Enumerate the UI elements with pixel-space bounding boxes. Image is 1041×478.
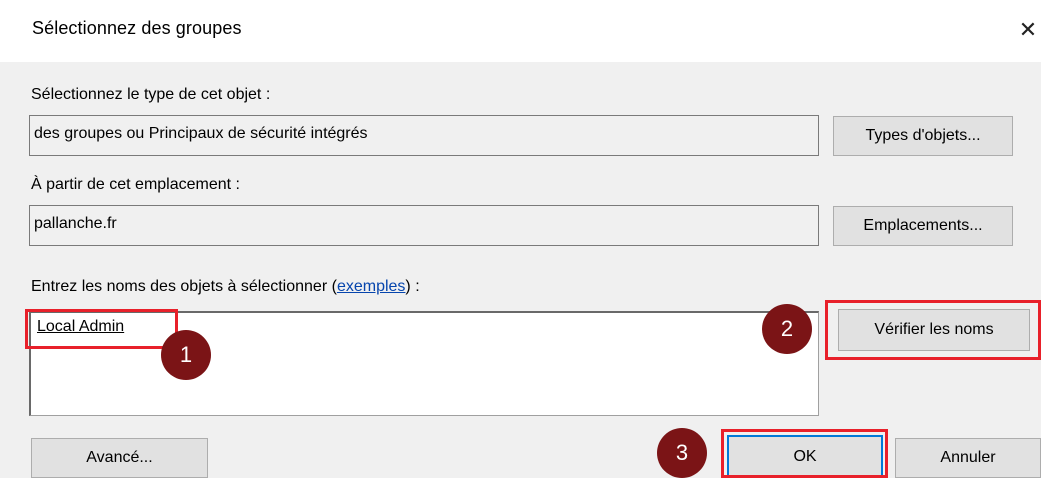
examples-link[interactable]: exemples [337,278,405,295]
entered-object-name[interactable]: Local Admin [37,318,124,336]
object-type-field: des groupes ou Principaux de sécurité in… [29,115,819,156]
object-names-label: Entrez les noms des objets à sélectionne… [31,278,420,296]
object-names-label-suffix: ) : [405,278,420,295]
object-type-label: Sélectionnez le type de cet objet : [31,86,271,103]
step-badge-3: 3 [657,428,707,478]
cancel-button[interactable]: Annuler [895,438,1041,478]
object-names-label-prefix: Entrez les noms des objets à sélectionne… [31,278,337,295]
check-names-button[interactable]: Vérifier les noms [838,309,1030,351]
dialog-title: Sélectionnez des groupes [32,18,242,38]
close-icon[interactable]: ✕ [1015,10,1041,50]
location-field: pallanche.fr [29,205,819,246]
ok-button[interactable]: OK [727,435,883,478]
title-bar[interactable]: Sélectionnez des groupes ✕ [0,0,1041,62]
object-types-button[interactable]: Types d'objets... [833,116,1013,156]
location-label: À partir de cet emplacement : [31,176,240,193]
step-badge-2: 2 [762,304,812,354]
advanced-button[interactable]: Avancé... [31,438,208,478]
locations-button[interactable]: Emplacements... [833,206,1013,246]
object-names-input[interactable]: Local Admin [29,311,819,416]
select-groups-dialog: Sélectionnez des groupes ✕ Sélectionnez … [0,0,1041,478]
step-badge-1: 1 [161,330,211,380]
